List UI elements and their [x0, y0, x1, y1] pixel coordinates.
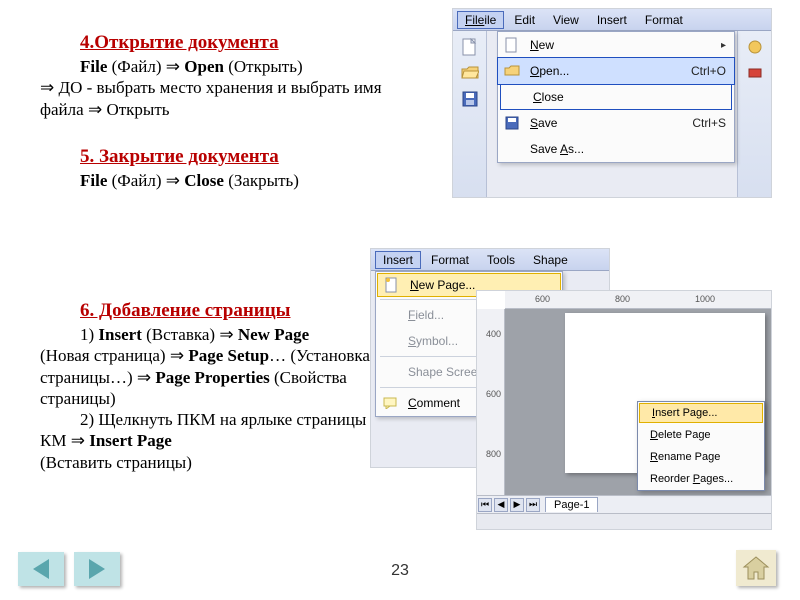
prev-slide-button[interactable]: [18, 552, 64, 586]
save-icon[interactable]: [460, 89, 480, 109]
new-doc-icon[interactable]: [460, 37, 480, 57]
vertical-ruler: 400 600 800: [477, 309, 505, 495]
save-icon: [500, 113, 524, 133]
menu-view[interactable]: View: [545, 11, 587, 29]
tab-nav-next[interactable]: ▶: [510, 498, 524, 512]
open-icon: [500, 61, 524, 81]
menubar: Insert Format Tools Shape: [371, 249, 609, 271]
ctx-rename-page[interactable]: Rename Page: [638, 446, 764, 468]
arrow-left-icon: [33, 559, 49, 579]
tab-nav-first[interactable]: ⏮: [478, 498, 492, 512]
arrow-right-icon: [89, 559, 105, 579]
menu-item-open[interactable]: Open... Ctrl+O: [498, 58, 734, 84]
page-context-menu: Insert Page... Delete Page Rename Page R…: [637, 401, 765, 491]
toolbar-icon[interactable]: [745, 63, 765, 83]
section-4-title: 4.Открытие документа: [80, 32, 410, 54]
page-tab-screenshot: 600 800 1000 400 600 800 ⏮ ◀ ▶ ⏭ Page-1 …: [476, 290, 772, 530]
page-tab[interactable]: Page-1: [545, 497, 598, 512]
menu-insert[interactable]: Insert: [375, 251, 421, 269]
next-slide-button[interactable]: [74, 552, 120, 586]
section-4-body-2: ⇒ ДО - выбрать место хранения и выбрать …: [40, 77, 410, 120]
page-number: 23: [0, 562, 800, 580]
home-icon: [742, 555, 770, 581]
home-button[interactable]: [736, 550, 776, 586]
menubar: Fileile Edit View Insert Format: [453, 9, 771, 31]
menu-item-saveas[interactable]: Save As...: [498, 136, 734, 162]
shortcut-label: Ctrl+O: [685, 64, 726, 78]
open-folder-icon[interactable]: [460, 63, 480, 83]
newpage-icon: [380, 275, 404, 295]
menu-item-new[interactable]: New: [498, 32, 734, 58]
horizontal-scrollbar[interactable]: [477, 513, 771, 529]
section-6-body-1: 1) Insert (Вставка) ⇒ New Page: [40, 324, 400, 345]
ctx-reorder-pages[interactable]: Reorder Pages...: [638, 468, 764, 490]
section-5-title: 5. Закрытие документа: [80, 146, 410, 168]
toolbar-icon[interactable]: [745, 37, 765, 57]
menu-format[interactable]: Format: [423, 251, 477, 269]
section-5-body: File (Файл) ⇒ Close (Закрыть): [40, 170, 410, 191]
menu-format[interactable]: Format: [637, 11, 691, 29]
section-6-body-2: 2) Щелкнуть ПКМ на ярлыке страницы ⇒ КМ …: [40, 409, 400, 452]
menu-edit[interactable]: Edit: [506, 11, 543, 29]
tab-nav-prev[interactable]: ◀: [494, 498, 508, 512]
toolbar-left: [453, 31, 487, 198]
new-icon: [500, 35, 524, 55]
menu-item-save[interactable]: Save Ctrl+S: [498, 110, 734, 136]
tab-nav-last[interactable]: ⏭: [526, 498, 540, 512]
file-menu-screenshot: Fileile Edit View Insert Format New Open…: [452, 8, 772, 198]
horizontal-ruler: 600 800 1000: [505, 291, 771, 309]
menu-file[interactable]: Fileile: [457, 11, 504, 29]
ctx-delete-page[interactable]: Delete Page: [638, 424, 764, 446]
ctx-insert-page[interactable]: Insert Page...: [639, 403, 763, 423]
page-tab-strip: ⏮ ◀ ▶ ⏭ Page-1: [477, 495, 771, 513]
comment-icon: [378, 393, 402, 413]
menu-shape[interactable]: Shape: [525, 251, 576, 269]
menu-item-close[interactable]: Close: [500, 84, 732, 110]
toolbar-right: [737, 31, 771, 198]
menu-insert[interactable]: Insert: [589, 11, 635, 29]
section-6-title: 6. Добавление страницы: [80, 300, 400, 322]
file-dropdown: New Open... Ctrl+O Close Save Ctrl+S Sav…: [497, 31, 735, 163]
section-4-body: File (Файл) ⇒ Open (Открыть): [40, 56, 410, 77]
shortcut-label: Ctrl+S: [686, 116, 726, 130]
menu-tools[interactable]: Tools: [479, 251, 523, 269]
